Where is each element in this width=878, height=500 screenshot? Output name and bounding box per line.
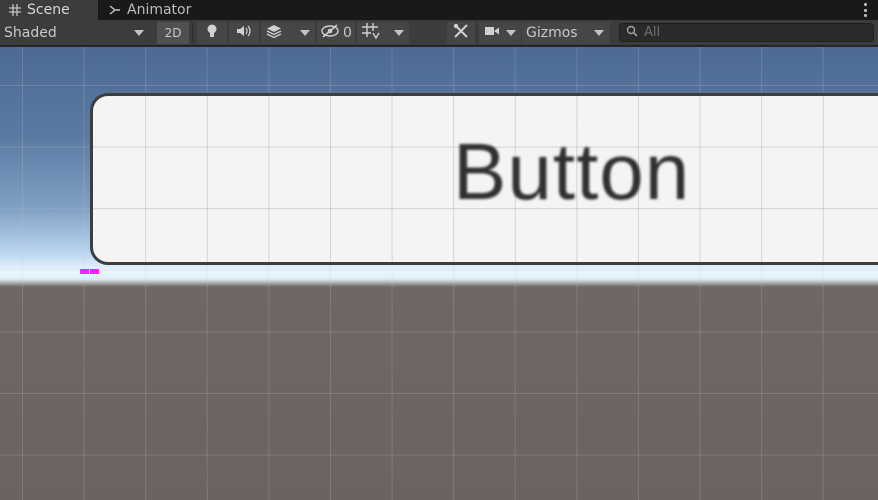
tools-button[interactable] [447, 22, 475, 44]
chevron-down-icon [134, 30, 144, 36]
chevron-down-icon [394, 30, 404, 36]
draw-mode-dropdown[interactable]: Shaded [0, 22, 150, 44]
grid-hash-icon [8, 4, 22, 16]
divider [192, 24, 193, 42]
video-camera-icon [484, 25, 500, 41]
search-input[interactable]: All [619, 23, 874, 42]
lighting-toggle-button[interactable] [197, 22, 227, 44]
eye-slash-icon [320, 24, 340, 42]
tab-animator-label: Animator [127, 2, 192, 18]
grid-dropdown[interactable] [357, 22, 409, 44]
scene-toolbar: Shaded 2D 0 Gizmos All [0, 20, 878, 46]
camera-dropdown[interactable] [479, 22, 521, 44]
ui-button-object[interactable]: Button [90, 93, 878, 265]
effects-dropdown[interactable] [261, 22, 315, 44]
ui-button-text: Button [453, 127, 691, 216]
toggle-2d-button[interactable]: 2D [157, 22, 189, 44]
hidden-count: 0 [343, 25, 352, 41]
tab-animator[interactable]: Animator [100, 0, 210, 20]
lightbulb-icon [206, 24, 218, 42]
chevron-down-icon [506, 30, 516, 36]
scene-viewport[interactable]: Button [0, 47, 878, 500]
hidden-objects-toggle[interactable]: 0 [317, 22, 355, 44]
gizmos-dropdown[interactable]: Gizmos [522, 22, 610, 44]
window-tab-bar: Scene Animator [0, 0, 878, 20]
search-placeholder: All [644, 25, 661, 40]
more-options-icon[interactable] [862, 2, 868, 18]
pivot-handle-left[interactable] [80, 269, 89, 274]
tab-scene[interactable]: Scene [0, 0, 98, 20]
speaker-icon [236, 25, 252, 41]
gizmos-label: Gizmos [526, 25, 578, 41]
toggle-2d-label: 2D [164, 26, 182, 40]
tools-icon [453, 23, 469, 43]
chevron-down-icon [594, 30, 604, 36]
search-icon [626, 25, 638, 41]
chevron-down-icon [300, 30, 310, 36]
tab-scene-label: Scene [27, 2, 70, 18]
audio-toggle-button[interactable] [229, 22, 259, 44]
animator-icon [108, 4, 122, 16]
draw-mode-label: Shaded [4, 25, 57, 41]
layers-icon [266, 24, 282, 42]
pivot-handle-right[interactable] [90, 269, 99, 274]
grid-snap-icon [362, 23, 380, 43]
